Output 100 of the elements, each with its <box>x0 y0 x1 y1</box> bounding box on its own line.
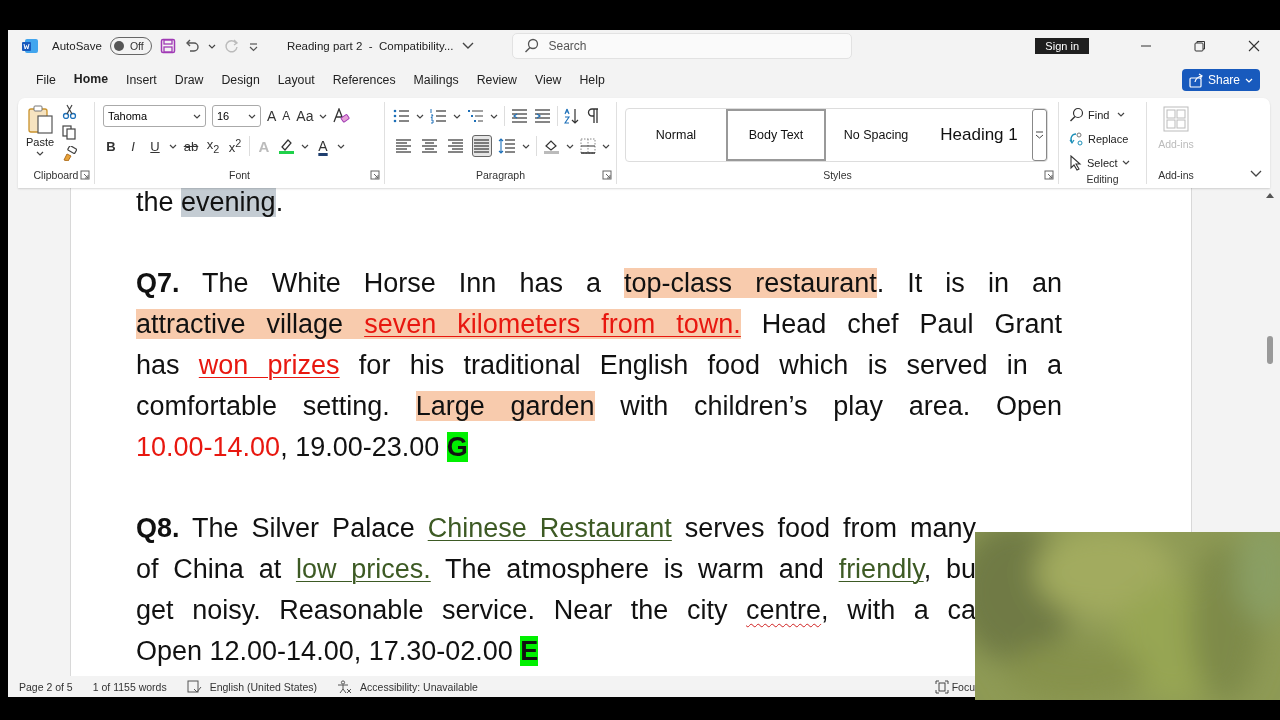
sign-in-button[interactable]: Sign in <box>1035 38 1089 54</box>
caret-icon <box>193 112 201 120</box>
collapse-ribbon-icon[interactable] <box>1250 170 1262 178</box>
caret-icon[interactable] <box>522 142 531 150</box>
format-button[interactable]: x$^{2}$ <box>227 136 243 156</box>
menu-tab[interactable]: References <box>324 67 404 93</box>
format-button[interactable]: U <box>147 138 163 154</box>
dialog-launcher-icon[interactable] <box>80 170 90 180</box>
pointer-icon <box>1069 154 1083 171</box>
menu-tab[interactable]: Insert <box>118 67 165 93</box>
word-logo-icon <box>22 38 38 54</box>
caret-icon[interactable] <box>1117 111 1126 118</box>
autosave-label: AutoSave <box>52 40 102 52</box>
text-line: Q8. The Silver Palace Chinese Restaurant serves food from many <box>136 512 976 545</box>
style-option[interactable]: Body Text <box>726 109 826 161</box>
customize-icon[interactable] <box>247 40 259 52</box>
format-button[interactable]: I <box>125 138 141 154</box>
highlighter-icon[interactable] <box>278 137 295 155</box>
autosave-toggle[interactable]: Off <box>109 37 152 55</box>
menu-tab[interactable]: Layout <box>269 67 323 93</box>
shrink-font-button[interactable]: A <box>282 109 291 123</box>
gallery-more-button[interactable] <box>1032 109 1047 161</box>
search-field[interactable]: Search <box>511 33 852 59</box>
document-title[interactable]: Reading part 2 - Compatibility... <box>286 40 454 52</box>
style-option[interactable]: Normal <box>626 109 726 161</box>
page-count[interactable]: Page 2 of 5 <box>19 680 73 693</box>
close-icon[interactable] <box>1248 40 1260 52</box>
group-label: Editing <box>1086 173 1119 185</box>
scissors-icon[interactable] <box>62 104 78 119</box>
share-button[interactable]: Share <box>1181 69 1260 91</box>
caret-icon[interactable] <box>601 142 610 150</box>
change-case-button[interactable]: Aa <box>296 108 314 124</box>
search-icon <box>1069 107 1084 122</box>
caret-icon <box>1245 76 1253 84</box>
clear-formatting-icon[interactable] <box>333 108 351 124</box>
focus-button[interactable]: Focu <box>934 679 975 694</box>
replace-icon <box>1069 131 1084 146</box>
caret-icon[interactable] <box>337 142 345 150</box>
caret-icon[interactable] <box>301 142 309 150</box>
scrollbar-thumb[interactable] <box>1267 336 1273 364</box>
word-count[interactable]: 1 of 1155 words <box>92 680 167 693</box>
chevron-down-icon[interactable] <box>461 42 474 50</box>
format-button[interactable]: B <box>103 138 119 154</box>
group-label: Clipboard <box>33 169 79 181</box>
add-ins-icon <box>1163 106 1189 132</box>
menu-tab[interactable]: Help <box>571 67 613 93</box>
font-name-field[interactable]: Tahoma <box>103 105 206 127</box>
sort-icon[interactable] <box>564 108 580 124</box>
multilevel-list-icon[interactable] <box>467 108 484 124</box>
menu-tab[interactable]: Review <box>468 67 525 93</box>
decrease-indent-icon[interactable] <box>511 108 528 124</box>
text-line: Q7. The White Horse Inn has a top-class restaurant. It is in an <box>136 267 1062 300</box>
dialog-launcher-icon[interactable] <box>1044 170 1054 180</box>
find-button[interactable]: Find <box>1069 104 1110 125</box>
pilcrow-icon[interactable] <box>586 108 600 124</box>
scroll-up-icon[interactable] <box>1265 192 1275 199</box>
select-button[interactable]: Select <box>1069 152 1146 173</box>
line-spacing-icon[interactable] <box>498 138 517 154</box>
paste-button[interactable]: Paste <box>26 102 55 166</box>
format-button[interactable]: x$_{2}$ <box>205 137 221 155</box>
bullet-list-icon[interactable] <box>393 108 410 124</box>
menu-tab[interactable]: Draw <box>166 67 212 93</box>
dialog-launcher-icon[interactable] <box>370 170 380 180</box>
numbered-list-icon[interactable] <box>430 108 447 124</box>
increase-indent-icon[interactable] <box>534 108 551 124</box>
caret-icon[interactable] <box>416 112 424 120</box>
menu-tab[interactable]: File <box>28 67 64 93</box>
restore-icon[interactable] <box>1194 40 1206 52</box>
borders-icon[interactable] <box>579 138 596 154</box>
caret-icon[interactable] <box>207 42 216 50</box>
dialog-launcher-icon[interactable] <box>602 170 612 180</box>
copy-icon[interactable] <box>62 125 78 140</box>
replace-button[interactable]: Replace <box>1069 128 1146 149</box>
accessibility-icon[interactable] <box>337 679 353 694</box>
share-icon <box>1188 72 1203 88</box>
caret-icon <box>1121 159 1130 166</box>
align-button[interactable] <box>471 135 493 157</box>
format-button[interactable]: ab <box>183 138 199 154</box>
redo-icon <box>223 38 240 54</box>
caret-icon[interactable] <box>319 112 328 120</box>
menu-tab[interactable]: View <box>527 67 570 93</box>
caret-icon[interactable] <box>490 112 498 120</box>
style-option[interactable]: Heading 1 <box>926 109 1032 161</box>
grow-font-button[interactable]: A <box>267 108 277 124</box>
font-size-field[interactable]: 16 <box>212 105 261 127</box>
caret-icon[interactable] <box>565 142 574 150</box>
text-line: of China at low prices. The atmosphere is warm and friendly, bu <box>136 553 976 586</box>
group-label: Font <box>229 169 250 181</box>
format-painter-icon[interactable] <box>62 146 78 161</box>
style-option[interactable]: No Spacing <box>826 109 926 161</box>
proofing-icon[interactable] <box>186 680 202 693</box>
caret-icon[interactable] <box>453 112 461 120</box>
font-color-button[interactable]: A <box>315 138 331 154</box>
language-label[interactable]: English (United States) <box>209 680 318 693</box>
accessibility-status[interactable]: Accessibility: Unavailable <box>360 680 478 693</box>
caret-icon[interactable] <box>169 142 177 150</box>
menu-tab[interactable]: Mailings <box>405 67 467 93</box>
save-icon[interactable] <box>159 38 176 54</box>
menu-tab[interactable]: Design <box>213 67 268 93</box>
group-label: Styles <box>823 169 852 181</box>
